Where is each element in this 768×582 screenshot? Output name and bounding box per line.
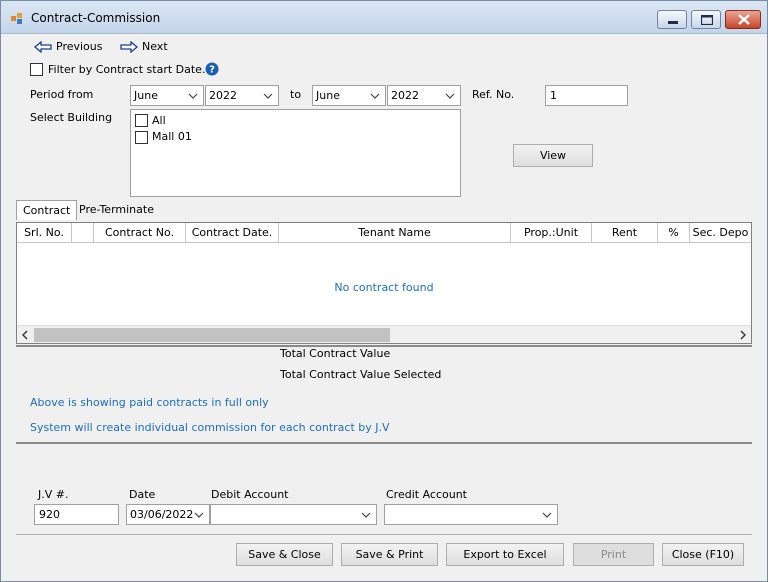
to-year-select[interactable]: 2022 [387,85,461,106]
save-print-button[interactable]: Save & Print [341,543,438,566]
date-value: 03/06/2022 [130,508,194,521]
from-year-value: 2022 [209,89,237,102]
close-icon [738,14,750,25]
building-list: All Mall 01 [130,109,461,197]
building-mall-label: Mall 01 [152,130,192,143]
col-tenant-name[interactable]: Tenant Name [279,223,511,243]
next-label: Next [142,40,168,53]
close-window-button[interactable] [725,10,761,29]
ref-no-label: Ref. No. [472,88,515,101]
table-header: Srl. No. Contract No. Contract Date. Ten… [17,223,751,243]
total-selected-label: Total Contract Value Selected [280,368,442,381]
to-year-value: 2022 [391,89,419,102]
ref-no-input[interactable]: 1 [545,85,628,106]
jv-number-input[interactable]: 920 [34,504,119,525]
maximize-icon [701,15,713,25]
period-from-label: Period from [30,88,94,101]
minimize-button[interactable] [657,10,687,29]
chevron-down-icon [370,93,380,99]
info-paid-contracts: Above is showing paid contracts in full … [30,396,269,409]
print-button[interactable]: Print [573,543,654,566]
minimize-icon [668,21,678,24]
debit-account-label: Debit Account [211,488,289,501]
col-contract-no[interactable]: Contract No. [94,223,186,243]
help-icon[interactable]: ? [205,62,219,76]
building-all-checkbox[interactable] [135,114,148,127]
maximize-button[interactable] [691,10,721,29]
from-month-select[interactable]: June [130,85,204,106]
col-sec-deposit[interactable]: Sec. Depo [690,223,751,243]
save-close-button[interactable]: Save & Close [236,543,333,566]
total-contract-value-label: Total Contract Value [280,347,391,360]
svg-text:?: ? [209,65,215,76]
divider [16,534,752,535]
view-button[interactable]: View [513,144,593,167]
export-excel-button[interactable]: Export to Excel [446,543,564,566]
debit-account-select[interactable] [210,504,377,525]
filter-start-date-checkbox[interactable] [30,63,43,76]
chevron-down-icon [361,512,371,518]
app-icon [11,13,22,24]
filter-start-date-label: Filter by Contract start Date. [48,63,206,76]
arrow-left-icon [34,40,52,53]
credit-account-label: Credit Account [386,488,467,501]
col-contract-date[interactable]: Contract Date. [186,223,279,243]
tab-contract[interactable]: Contract [16,200,78,220]
title-bar: Contract-Commission [1,1,767,34]
horizontal-scrollbar[interactable] [17,325,751,343]
date-label: Date [129,488,156,501]
col-blank[interactable] [72,223,94,243]
chevron-right-icon[interactable] [739,330,747,340]
next-button[interactable]: Next [120,40,168,53]
chevron-down-icon [445,93,455,99]
col-rent[interactable]: Rent [592,223,658,243]
arrow-right-icon [120,40,138,53]
credit-account-select[interactable] [384,504,558,525]
chevron-down-icon [194,512,204,518]
chevron-down-icon [263,93,273,99]
divider [16,442,752,444]
previous-button[interactable]: Previous [34,40,103,53]
chevron-down-icon [188,93,198,99]
col-percent[interactable]: % [658,223,690,243]
to-label: to [290,88,302,101]
info-individual-commission: System will create individual commission… [30,421,390,434]
col-prop-unit[interactable]: Prop.:Unit [511,223,592,243]
building-all-label: All [152,114,166,127]
to-month-select[interactable]: June [312,85,386,106]
previous-label: Previous [56,40,103,53]
empty-message: No contract found [334,281,434,294]
chevron-left-icon[interactable] [21,330,29,340]
window-title: Contract-Commission [31,11,161,25]
chevron-down-icon [542,512,552,518]
from-year-select[interactable]: 2022 [205,85,279,106]
date-picker[interactable]: 03/06/2022 [126,504,210,525]
from-month-value: June [134,89,158,102]
contract-commission-window: Contract-Commission Previous Next Filter… [0,0,768,582]
tab-pre-terminate[interactable]: Pre-Terminate [73,200,160,220]
col-srl-no[interactable]: Srl. No. [17,223,72,243]
contracts-table[interactable]: Srl. No. Contract No. Contract Date. Ten… [16,222,752,344]
to-month-value: June [316,89,340,102]
select-building-label: Select Building [30,111,113,124]
building-mall-checkbox[interactable] [135,131,148,144]
jv-label: J.V #. [38,488,69,501]
form-body: Previous Next Filter by Contract start D… [9,34,759,575]
scrollbar-thumb[interactable] [34,328,390,342]
close-button[interactable]: Close (F10) [662,543,744,566]
